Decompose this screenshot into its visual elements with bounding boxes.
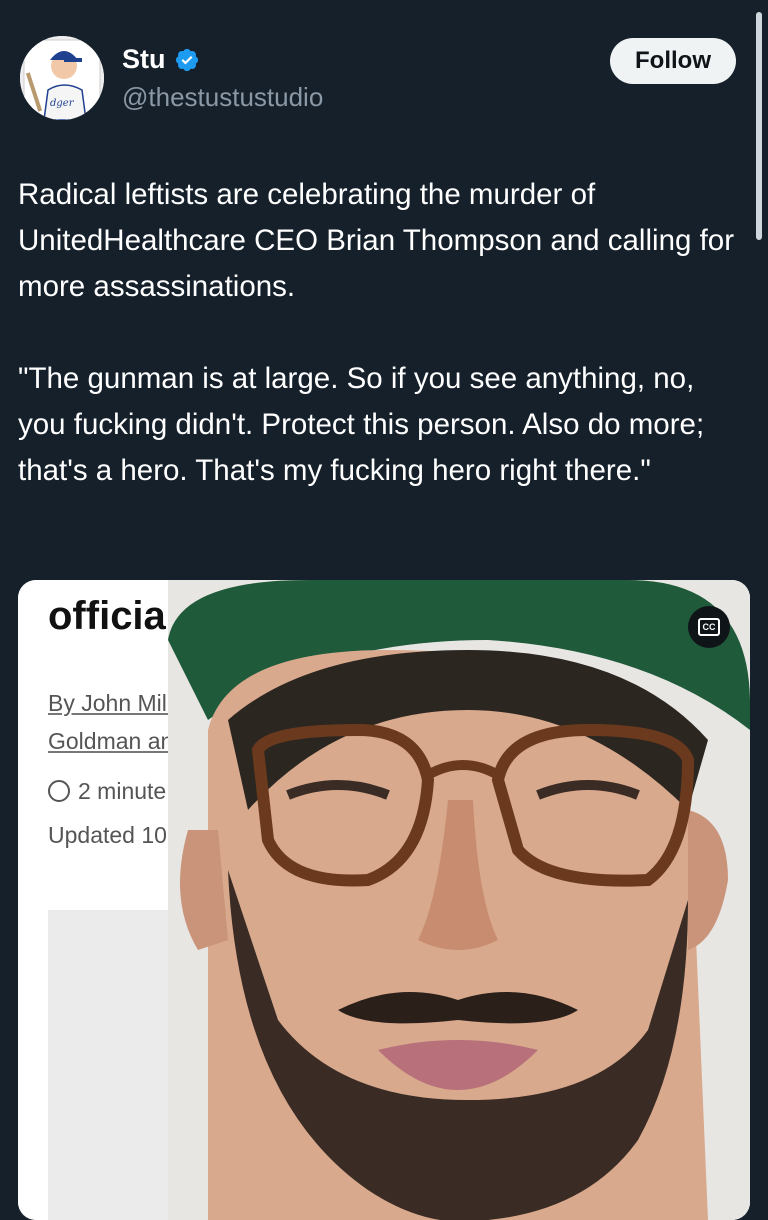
name-row: Stu (122, 44, 200, 75)
article-byline: Goldman and (48, 728, 187, 754)
closed-captions-icon: CC (698, 618, 720, 636)
follow-button[interactable]: Follow (610, 38, 736, 84)
avatar[interactable]: dger (20, 36, 104, 120)
clock-icon (48, 780, 70, 802)
article-heading: officia (48, 594, 166, 638)
scrollbar[interactable] (756, 12, 762, 240)
closed-captions-button[interactable]: CC (688, 606, 730, 648)
article-updated: Updated 10: (48, 822, 174, 848)
tweet-paragraph: "The gunman is at large. So if you see a… (18, 362, 705, 487)
tweet-paragraph: Radical leftists are celebrating the mur… (18, 178, 735, 303)
tweet-header: dger Stu @thestustustudio Follow (20, 36, 736, 126)
user-handle[interactable]: @thestustustudio (122, 82, 323, 113)
display-name[interactable]: Stu (122, 44, 166, 75)
tweet-text: Radical leftists are celebrating the mur… (18, 172, 748, 494)
verified-badge-icon (175, 48, 198, 71)
video-media[interactable]: officia By John Miller, Goldman and 2 mi… (18, 580, 750, 1220)
svg-text:dger: dger (50, 98, 75, 109)
video-frame (168, 580, 750, 1220)
